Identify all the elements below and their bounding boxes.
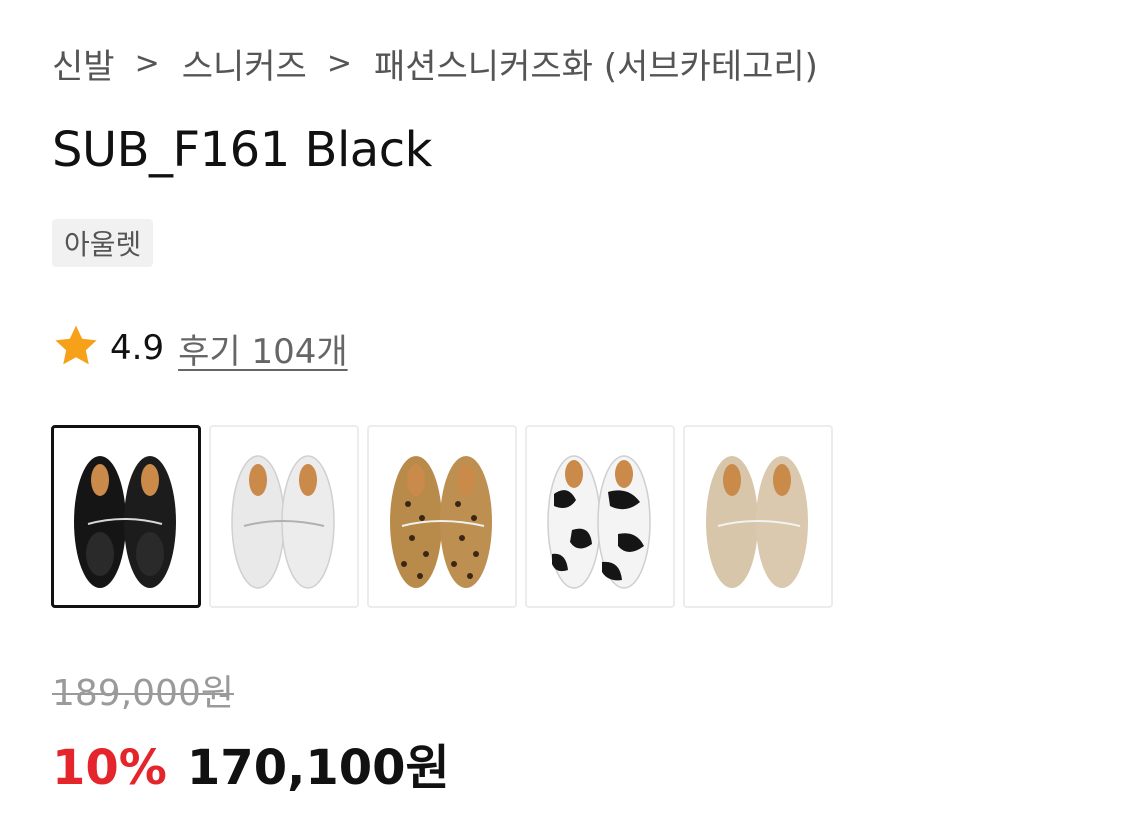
discount-rate: 10% (52, 740, 167, 796)
product-title: SUB_F161 Black (52, 122, 432, 178)
rating-value: 4.9 (110, 328, 165, 368)
price-row: 10% 170,100원 (52, 728, 450, 798)
cow-print-shoe-thumbnail (547, 455, 651, 589)
color-option-leopard[interactable] (367, 425, 517, 608)
original-price: 189,000원 (52, 673, 234, 714)
reviews-link[interactable]: 후기 104개 (178, 324, 348, 373)
rating-row: 4.9 후기 104개 (52, 322, 348, 374)
breadcrumb-separator: > (134, 45, 160, 81)
beige-shoe-thumbnail (706, 456, 808, 588)
breadcrumb-item-shoes[interactable]: 신발 (52, 39, 115, 88)
color-option-beige[interactable] (683, 425, 833, 608)
color-option-black[interactable] (51, 425, 201, 608)
breadcrumb-item-sneakers[interactable]: 스니커즈 (182, 39, 307, 88)
breadcrumb-separator: > (326, 45, 352, 81)
color-options (51, 425, 833, 608)
star-icon (52, 322, 100, 374)
leopard-shoe-thumbnail (390, 456, 492, 588)
black-shoe-thumbnail (74, 456, 176, 588)
white-shoe-thumbnail (231, 455, 335, 589)
outlet-badge: 아울렛 (52, 219, 154, 267)
sale-price: 170,100원 (186, 740, 450, 796)
color-option-cow-print[interactable] (525, 425, 675, 608)
breadcrumb: 신발 > 스니커즈 > 패션스니커즈화 (서브카테고리) (52, 38, 818, 88)
breadcrumb-item-fashion-sneakers[interactable]: 패션스니커즈화 (서브카테고리) (374, 39, 818, 88)
color-option-white[interactable] (209, 425, 359, 608)
